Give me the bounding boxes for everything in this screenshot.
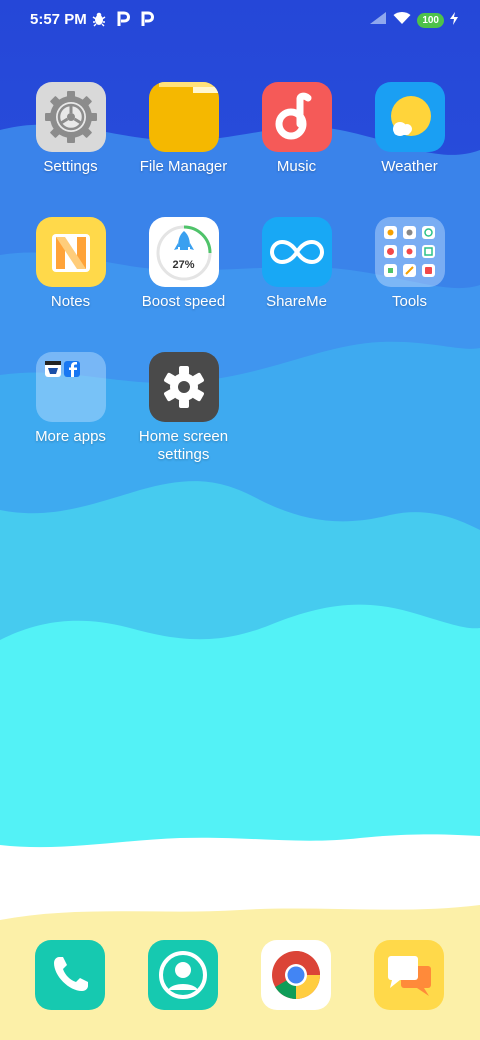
app-label: Music	[276, 158, 317, 175]
chrome-icon[interactable]	[261, 940, 331, 1010]
app-weather[interactable]: Weather	[353, 82, 466, 176]
notes-icon	[35, 217, 106, 287]
app-settings[interactable]: Settings	[14, 82, 127, 176]
app-label: More apps	[35, 428, 106, 445]
folder-icon	[148, 82, 219, 152]
battery-icon: 100	[417, 13, 444, 28]
more-apps-folder-icon	[35, 352, 106, 422]
p-icon	[140, 11, 155, 32]
wifi-icon	[393, 11, 411, 30]
messages-icon[interactable]	[374, 940, 444, 1010]
contacts-icon[interactable]	[148, 940, 218, 1010]
app-label: Tools	[391, 293, 428, 310]
app-label: Settings	[43, 158, 98, 175]
app-notes[interactable]: Notes	[14, 217, 127, 311]
app-home-screen-settings[interactable]: Home screen settings	[127, 352, 240, 464]
gear-icon	[148, 352, 219, 422]
app-label: ShareMe	[266, 293, 327, 310]
phone-icon[interactable]	[35, 940, 105, 1010]
rocket-icon: 27%	[148, 217, 219, 287]
weather-icon	[374, 82, 445, 152]
app-label: Notes	[50, 293, 91, 310]
app-music[interactable]: Music	[240, 82, 353, 176]
music-icon	[261, 82, 332, 152]
shareme-icon	[261, 217, 332, 287]
status-bar: 5:57 PM 100	[0, 0, 480, 44]
app-boost-speed[interactable]: 27% Boost speed	[127, 217, 240, 311]
p-icon	[116, 11, 131, 32]
signal-icon	[369, 11, 387, 30]
status-time: 5:57 PM	[30, 11, 87, 28]
boost-percent: 27%	[172, 259, 195, 271]
app-file-manager[interactable]: File Manager	[127, 82, 240, 176]
app-label: Boost speed	[141, 293, 226, 310]
bug-icon	[92, 11, 106, 32]
app-label: Home screen settings	[138, 428, 229, 463]
app-label: File Manager	[139, 158, 228, 175]
app-label: Weather	[381, 158, 438, 175]
folder-tools[interactable]: Tools	[353, 217, 466, 311]
folder-more-apps[interactable]: More apps	[14, 352, 127, 446]
charging-icon	[450, 11, 458, 30]
settings-app-icon	[35, 82, 106, 152]
tools-folder-icon	[374, 217, 445, 287]
notification-icons	[92, 11, 155, 32]
system-icons: 100	[369, 11, 458, 30]
app-shareme[interactable]: ShareMe	[240, 217, 353, 311]
